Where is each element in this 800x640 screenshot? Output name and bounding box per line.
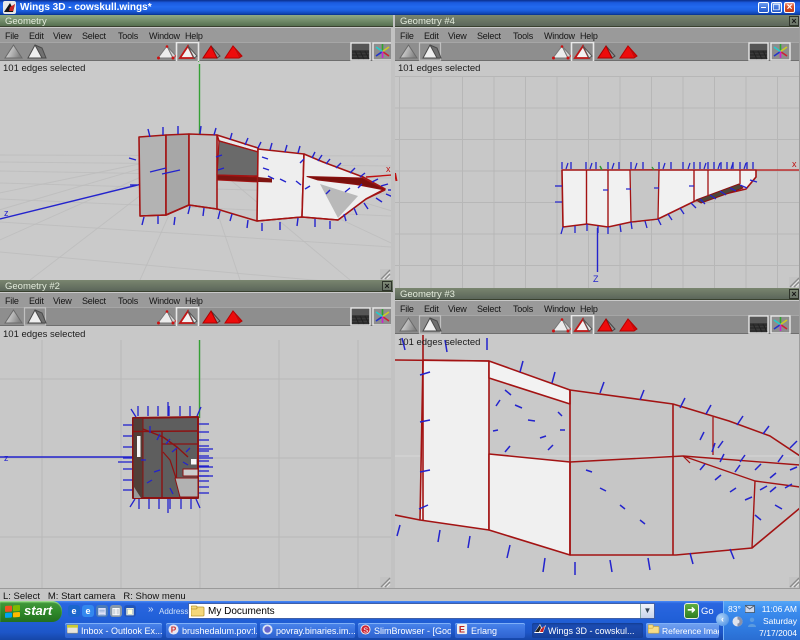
svg-text:z: z bbox=[4, 208, 9, 218]
svg-text:x: x bbox=[792, 159, 797, 169]
svg-text:S: S bbox=[363, 625, 368, 634]
svg-text:x: x bbox=[386, 164, 391, 174]
svg-text:z: z bbox=[4, 453, 9, 463]
svg-text:Y: Y bbox=[196, 61, 202, 64]
svg-text:P: P bbox=[171, 626, 177, 635]
svg-text:Z: Z bbox=[593, 274, 599, 284]
svg-text:E: E bbox=[459, 625, 465, 635]
